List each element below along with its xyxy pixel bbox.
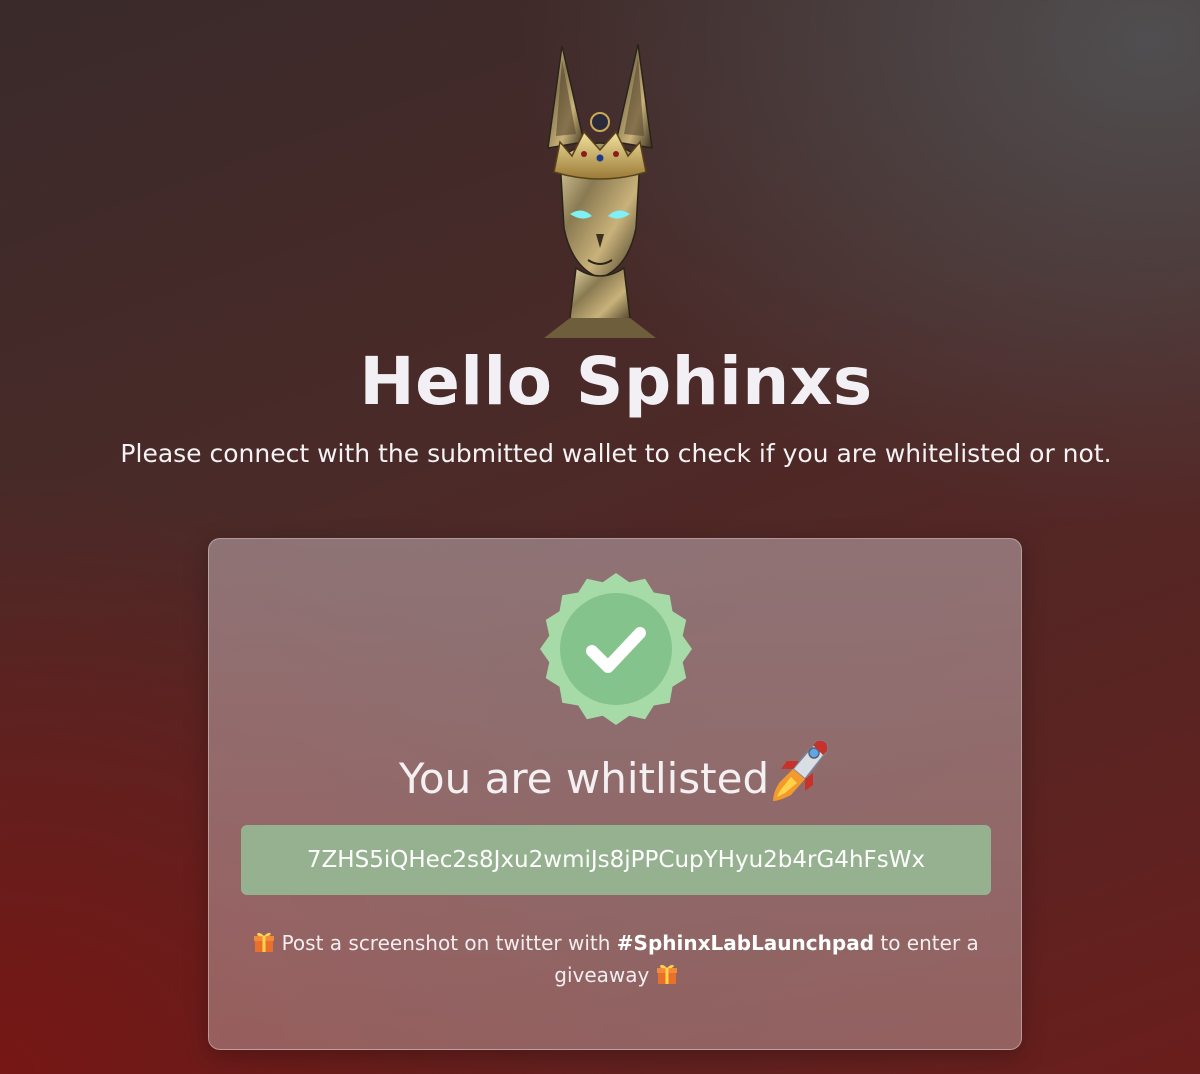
gift-icon [254, 932, 275, 952]
whitelist-result-card: You are whitlisted 7ZHS5iQHec2s8Jxu2wmiJ… [208, 538, 1022, 1050]
note-prefix: Post a screenshot on twitter with [281, 931, 611, 955]
giveaway-note: Post a screenshot on twitter with #Sphin… [239, 927, 993, 991]
whitelist-status-text: You are whitlisted [398, 754, 770, 803]
gift-icon [656, 964, 677, 984]
whitelist-status: You are whitlisted [209, 735, 1023, 807]
verified-check-badge-icon [540, 573, 692, 725]
note-hashtag: #SphinxLabLaunchpad [616, 931, 875, 955]
sphinx-cat-crown-icon [544, 43, 656, 338]
rocket-icon [773, 739, 829, 801]
page-subtitle: Please connect with the submitted wallet… [120, 439, 1112, 468]
page-title: Hello Sphinxs [359, 343, 873, 420]
wallet-address-field[interactable]: 7ZHS5iQHec2s8Jxu2wmiJs8jPPCupYHyu2b4rG4h… [241, 825, 991, 895]
